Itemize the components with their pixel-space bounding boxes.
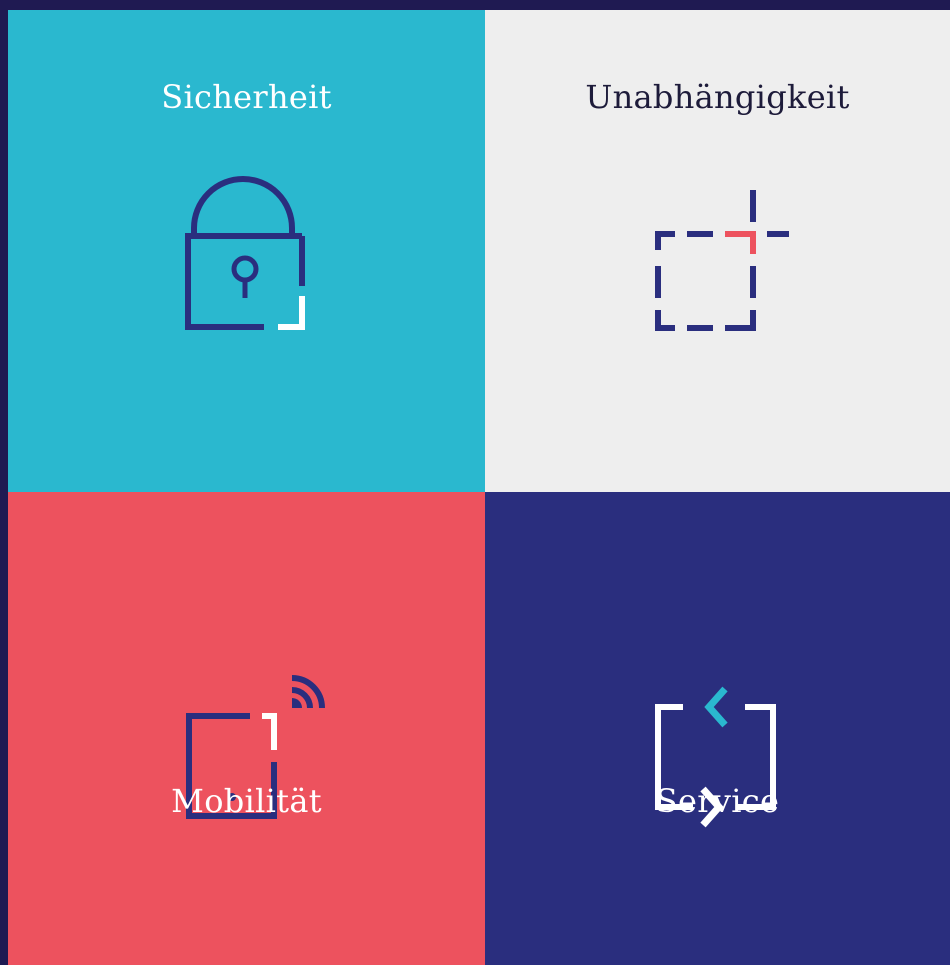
tile-title-mobilitaet: Mobilität (171, 782, 322, 820)
tile-title-service: Service (655, 782, 780, 820)
tile-sicherheit[interactable]: Sicherheit (8, 10, 485, 492)
tile-unabhaengigkeit[interactable]: Unabhängigkeit (485, 10, 950, 492)
tile-title-unabhaengigkeit: Unabhängigkeit (585, 78, 850, 116)
tile-mobilitaet[interactable]: Mobilität (8, 492, 485, 965)
padlock-icon (182, 176, 312, 332)
dashed-square-plus-icon (655, 190, 795, 331)
feature-grid: Sicherheit Unabhängigkeit Mobilität Serv… (8, 10, 950, 965)
tile-title-sicherheit: Sicherheit (161, 78, 332, 116)
tile-service[interactable]: Service (485, 492, 950, 965)
